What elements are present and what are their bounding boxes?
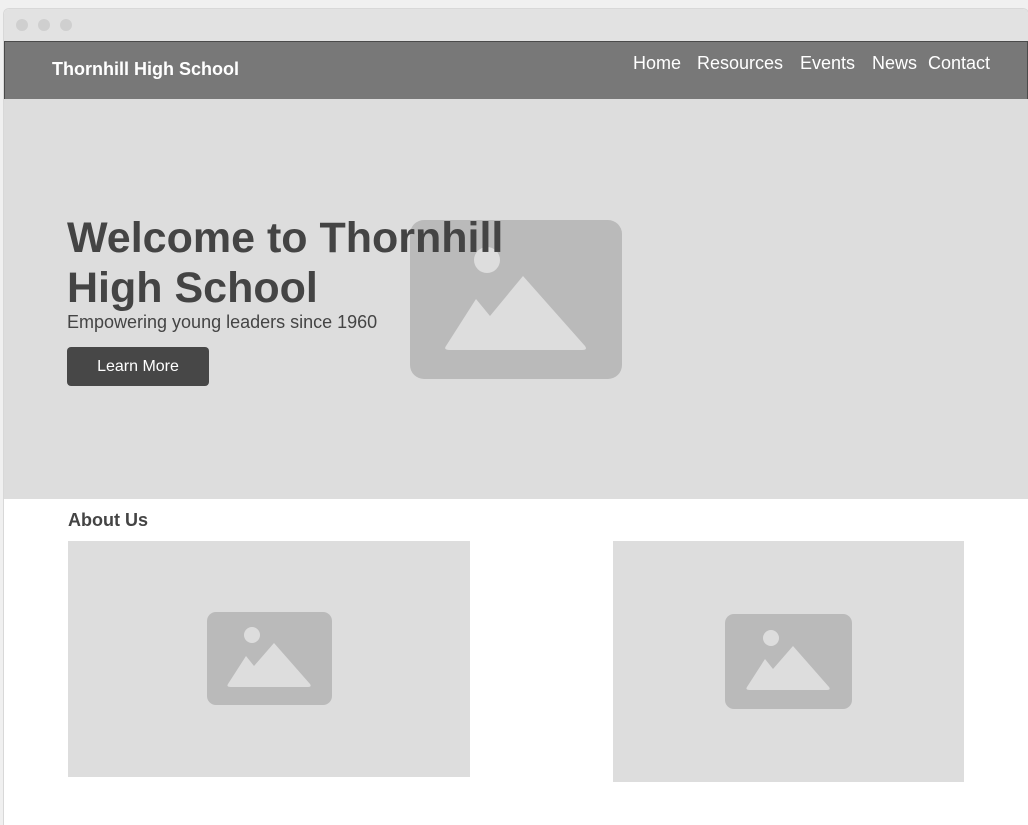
learn-more-button[interactable]: Learn More [67, 347, 209, 386]
about-us-heading: About Us [68, 510, 148, 530]
hero-section: Welcome to Thornhill High School Empower… [4, 99, 1028, 499]
image-placeholder-icon [725, 614, 852, 709]
minimize-window-dot[interactable] [38, 19, 50, 31]
browser-window: Thornhill High School Home Resources Eve… [3, 8, 1028, 825]
nav-link-news[interactable]: News [872, 53, 917, 74]
close-window-dot[interactable] [16, 19, 28, 31]
about-image-left [68, 541, 470, 777]
nav-link-contact[interactable]: Contact [928, 53, 990, 74]
window-titlebar [4, 9, 1028, 41]
hero-subtitle: Empowering young leaders since 1960 [67, 312, 378, 332]
hero-title: Welcome to Thornhill High School [67, 214, 504, 312]
nav-link-events[interactable]: Events [800, 53, 855, 74]
site-brand[interactable]: Thornhill High School [52, 59, 239, 80]
about-image-right [613, 541, 964, 782]
site-navbar: Thornhill High School Home Resources Eve… [4, 41, 1028, 100]
maximize-window-dot[interactable] [60, 19, 72, 31]
nav-link-resources[interactable]: Resources [697, 53, 783, 74]
image-placeholder-icon [207, 612, 332, 705]
nav-link-home[interactable]: Home [633, 53, 681, 74]
